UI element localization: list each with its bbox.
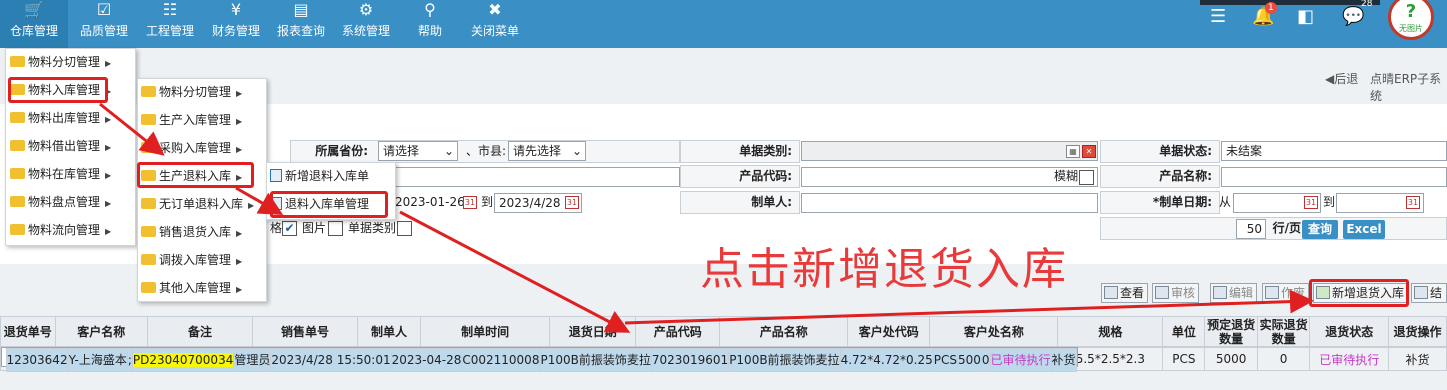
arrow [624,289,1314,325]
annotation-arrows [99,102,1314,333]
arrow [235,186,284,215]
arrow [99,102,165,156]
arrow [399,210,631,333]
